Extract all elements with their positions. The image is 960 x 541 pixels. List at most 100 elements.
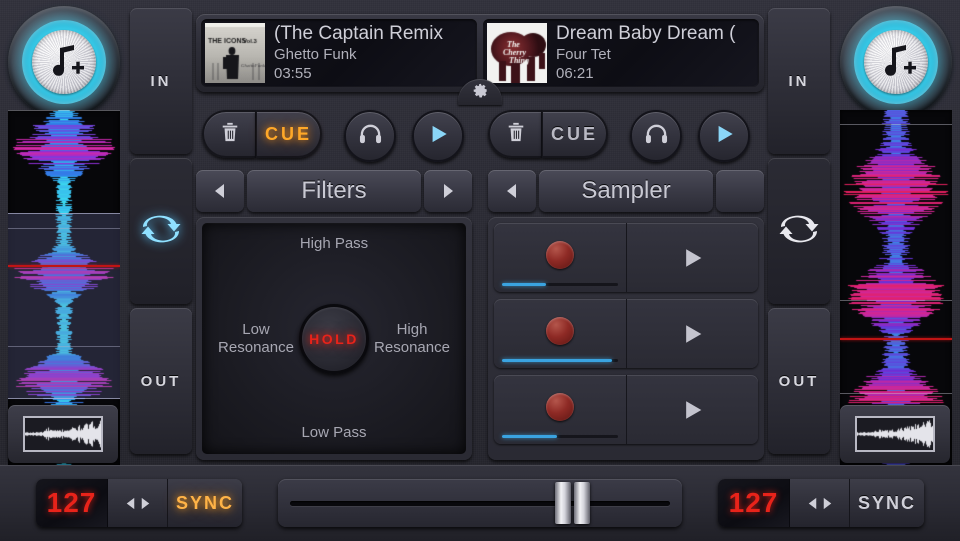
filters-body: High Pass Low Resonance High Resonance L… xyxy=(196,217,472,460)
delete-button-left[interactable] xyxy=(202,110,256,158)
loop-out-button-left[interactable]: OUT xyxy=(130,308,192,454)
sampler-slot-3 xyxy=(494,375,758,444)
sampler-play-button-1[interactable] xyxy=(627,223,759,292)
loop-out-button-right[interactable]: OUT xyxy=(768,308,830,454)
crossfader-handle[interactable] xyxy=(552,482,594,524)
filter-label-high-resonance: High Resonance xyxy=(374,320,450,356)
trash-icon-right xyxy=(506,121,526,148)
loop-in-label-left: IN xyxy=(150,72,172,90)
load-track-button-right[interactable] xyxy=(840,6,952,118)
gear-icon xyxy=(472,82,489,104)
play-button-left[interactable] xyxy=(412,110,464,162)
track-overview-left[interactable] xyxy=(8,405,118,463)
album-art-left xyxy=(205,23,265,83)
sampler-prev-button[interactable] xyxy=(488,170,536,212)
play-button-right[interactable] xyxy=(698,110,750,162)
bpm-group-left: 127 SYNC xyxy=(36,479,242,527)
loop-out-label-left: OUT xyxy=(140,372,182,390)
trash-icon-left xyxy=(220,121,240,148)
album-art-right xyxy=(487,23,547,83)
loop-in-label-right: IN xyxy=(788,72,810,90)
filter-hold-knob[interactable]: HOLD xyxy=(299,303,369,374)
transport-right: CUE xyxy=(488,110,750,162)
sampler-next-button[interactable] xyxy=(716,170,764,212)
crossfader-bar-b xyxy=(574,482,591,524)
filters-prev-button[interactable] xyxy=(196,170,244,212)
crossfader[interactable] xyxy=(278,479,682,527)
crossfader-bar-a xyxy=(555,482,572,524)
overview-frame-left xyxy=(23,416,103,452)
bpm-group-right: 127 SYNC xyxy=(718,479,924,527)
nudge-button-right[interactable] xyxy=(790,479,850,527)
headphone-cue-button-right[interactable] xyxy=(630,110,682,162)
sampler-header: Sampler xyxy=(488,170,764,212)
sampler-slot-2 xyxy=(494,299,758,368)
loop-out-label-right: OUT xyxy=(778,372,820,390)
sampler-play-button-3[interactable] xyxy=(627,375,759,444)
loop-toggle-button-left[interactable] xyxy=(130,158,192,304)
loop-icon-left xyxy=(138,212,184,250)
dj-app-window: IN OUT (The Captain Remix Ghetto Funk 03… xyxy=(0,0,960,541)
track-title-right: Dream Baby Dream ( xyxy=(556,23,736,44)
sampler-module: Sampler xyxy=(488,170,764,460)
deck-right xyxy=(832,0,960,465)
sampler-body xyxy=(488,217,764,460)
sampler-progress-track-1 xyxy=(502,283,618,286)
play-icon-left xyxy=(425,121,451,152)
filter-label-low-resonance: Low Resonance xyxy=(218,320,294,356)
sampler-progress-track-3 xyxy=(502,435,618,438)
playhead-right xyxy=(840,338,952,340)
loop-in-button-left[interactable]: IN xyxy=(130,8,192,154)
filter-label-high-pass: High Pass xyxy=(299,235,369,252)
sampler-progress-track-2 xyxy=(502,359,618,362)
loop-icon-right xyxy=(776,212,822,250)
delete-button-right[interactable] xyxy=(488,110,542,158)
record-dot-icon-3 xyxy=(545,392,574,421)
filters-next-button[interactable] xyxy=(424,170,472,212)
deck-left xyxy=(0,0,128,465)
filters-header: Filters xyxy=(196,170,472,212)
sampler-record-button-3[interactable] xyxy=(494,375,627,444)
center-column: (The Captain Remix Ghetto Funk 03:55 Dre… xyxy=(196,0,764,465)
sampler-progress-fill-3 xyxy=(502,435,558,438)
track-info-left[interactable]: (The Captain Remix Ghetto Funk 03:55 xyxy=(201,19,477,87)
track-overview-right[interactable] xyxy=(840,405,950,463)
track-time-left: 03:55 xyxy=(274,65,312,82)
filter-xy-pad[interactable]: High Pass Low Resonance High Resonance L… xyxy=(202,223,466,454)
bpm-display-right: 127 xyxy=(718,479,790,527)
sampler-title: Sampler xyxy=(539,170,713,212)
track-meta-right: Dream Baby Dream ( Four Tet 06:21 xyxy=(556,23,736,83)
sync-button-left[interactable]: SYNC xyxy=(168,479,242,527)
sampler-play-button-2[interactable] xyxy=(627,299,759,368)
transport-left: CUE xyxy=(202,110,464,162)
cue-button-left[interactable]: CUE xyxy=(256,110,322,158)
headphones-icon-right xyxy=(644,122,669,150)
bpm-display-left: 127 xyxy=(36,479,108,527)
sync-button-right[interactable]: SYNC xyxy=(850,479,924,527)
record-dot-icon-1 xyxy=(545,240,574,269)
track-info-right[interactable]: Dream Baby Dream ( Four Tet 06:21 xyxy=(483,19,759,87)
load-track-button-left[interactable] xyxy=(8,6,120,118)
loop-in-button-right[interactable]: IN xyxy=(768,8,830,154)
headphone-cue-button-left[interactable] xyxy=(344,110,396,162)
sampler-progress-fill-1 xyxy=(502,283,546,286)
cue-button-right[interactable]: CUE xyxy=(542,110,608,158)
transport-row: CUE CUE xyxy=(196,108,764,162)
cue-label-right: CUE xyxy=(550,123,598,144)
sampler-record-button-2[interactable] xyxy=(494,299,627,368)
track-info-bar: (The Captain Remix Ghetto Funk 03:55 Dre… xyxy=(196,14,764,105)
loop-controls-left: IN OUT xyxy=(130,8,192,458)
cue-label-left: CUE xyxy=(264,123,312,144)
loop-toggle-button-right[interactable] xyxy=(768,158,830,304)
filter-label-low-pass: Low Pass xyxy=(301,424,367,441)
sampler-record-button-1[interactable] xyxy=(494,223,627,292)
track-artist-right: Four Tet xyxy=(556,46,611,63)
overview-frame-right xyxy=(855,416,935,452)
track-artist-left: Ghetto Funk xyxy=(274,46,357,63)
track-time-right: 06:21 xyxy=(556,65,594,82)
filters-module: Filters High Pass Low Resonance High Res… xyxy=(196,170,472,460)
sampler-progress-fill-2 xyxy=(502,359,612,362)
sampler-slot-1 xyxy=(494,223,758,292)
nudge-button-left[interactable] xyxy=(108,479,168,527)
playhead-left xyxy=(8,265,120,267)
